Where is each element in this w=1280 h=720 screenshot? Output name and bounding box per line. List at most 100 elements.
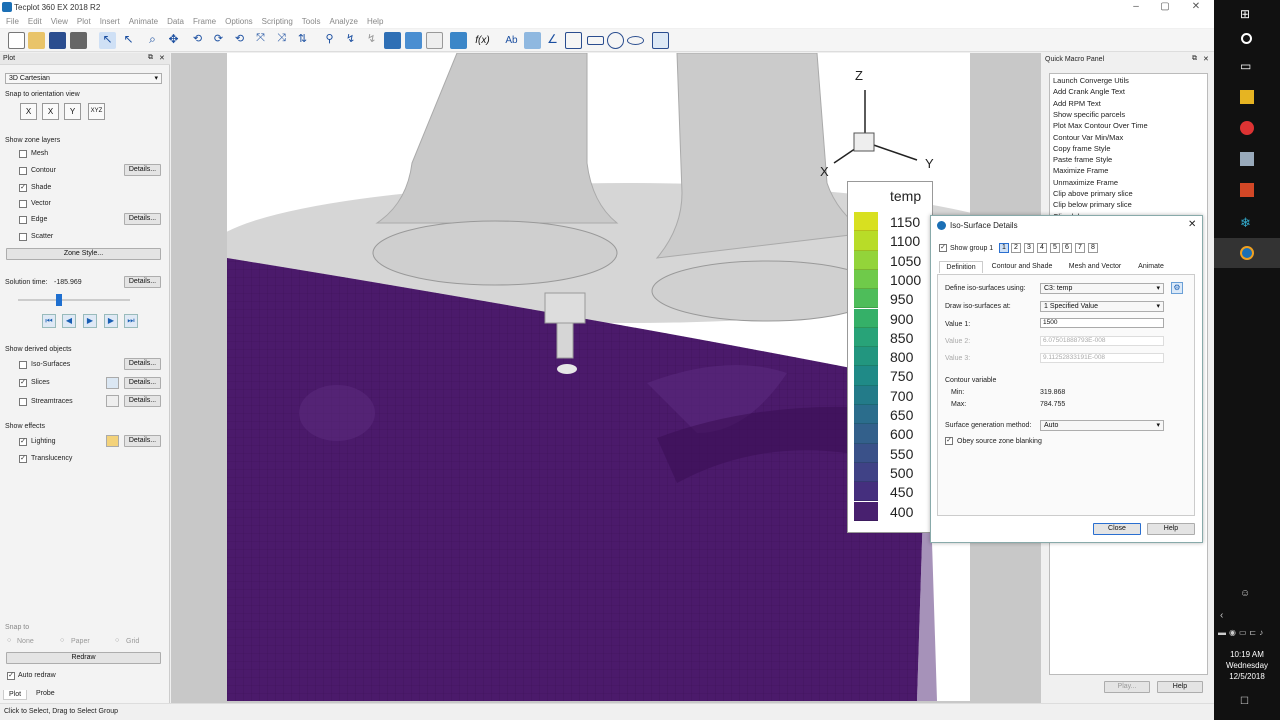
macro-play-button[interactable]: Play... [1104,681,1150,693]
edge-checkbox[interactable] [19,216,27,224]
vector-checkbox[interactable] [19,200,27,208]
slices-checkbox[interactable]: ✓ [19,379,27,387]
menu-frame[interactable]: Frame [193,17,216,26]
adjust-icon[interactable]: ↖ [120,32,137,49]
edit-data-icon[interactable] [450,32,467,49]
edge-details-button[interactable]: Details... [124,213,161,225]
menu-tools[interactable]: Tools [302,17,321,26]
macro-item[interactable]: Paste frame Style [1053,155,1112,164]
close-window-button[interactable]: ✕ [1182,1,1210,14]
dialog-close-button[interactable]: Close [1093,523,1141,535]
group-5-button[interactable]: 5 [1050,243,1060,253]
macro-item[interactable]: Copy frame Style [1053,144,1111,153]
streamtraces-checkbox[interactable] [19,398,27,406]
method-select[interactable]: Auto [1040,420,1164,431]
panel-float-icon[interactable]: ⧉ [148,54,153,62]
slider-handle[interactable] [56,294,62,306]
prev-frame-button[interactable]: ◀ [62,314,76,328]
maximize-button[interactable]: ▢ [1151,1,1179,14]
equation-icon[interactable]: f(x) [474,32,491,49]
draw-at-select[interactable]: 1 Specified Value [1040,301,1164,312]
rotate-x-icon[interactable]: ⟲ [189,32,206,49]
iso-details-button[interactable]: Details... [124,358,161,370]
group-3-button[interactable]: 3 [1024,243,1034,253]
macro-item[interactable]: Launch Converge Utils [1053,76,1129,85]
text-icon[interactable]: Ab [503,32,520,49]
menu-plot[interactable]: Plot [77,17,91,26]
dialog-help-button[interactable]: Help [1147,523,1195,535]
macro-close-icon[interactable]: ✕ [1203,55,1209,63]
shade-checkbox[interactable]: ✓ [19,184,27,192]
macro-item[interactable]: Maximize Frame [1053,166,1108,175]
play-button[interactable]: ▶ [83,314,97,328]
auto-redraw-checkbox[interactable]: ✓ [7,672,15,680]
roll-icon[interactable]: ⤧ [252,32,269,49]
translucency-checkbox[interactable]: ✓ [19,455,27,463]
minimize-button[interactable]: – [1122,1,1150,14]
rotate-z-icon[interactable]: ⟲ [231,32,248,49]
clock-time[interactable]: 10:19 AM [1214,650,1280,659]
gear-icon[interactable]: ⚙ [1171,282,1183,294]
snap-none-radio[interactable]: ○ [7,637,11,644]
group-7-button[interactable]: 7 [1075,243,1085,253]
slices-details-button[interactable]: Details... [124,377,161,389]
snap-grid-radio[interactable]: ○ [115,637,119,644]
open-icon[interactable] [28,32,45,49]
menu-animate[interactable]: Animate [129,17,158,26]
group-2-button[interactable]: 2 [1011,243,1021,253]
group-1-button[interactable]: 1 [999,243,1009,253]
streamtrace-icon[interactable] [405,32,422,49]
ellipse-icon[interactable] [627,36,644,45]
chevron-left-icon[interactable]: ‹ [1220,610,1234,624]
lighting-checkbox[interactable]: ✓ [19,438,27,446]
lighting-tool-icon[interactable] [106,435,119,447]
windows-start-icon[interactable]: ⊞ [1240,7,1254,21]
file-explorer-icon[interactable] [1240,90,1254,104]
rotate-y-icon[interactable]: ⟳ [210,32,227,49]
app-icon-1[interactable] [1240,152,1254,166]
tab-contour-shade[interactable]: Contour and Shade [987,261,1057,273]
clock-day[interactable]: Wednesday [1214,661,1280,670]
menu-file[interactable]: File [6,17,19,26]
menu-analyze[interactable]: Analyze [329,17,357,26]
image-icon[interactable] [524,32,541,49]
tab-animate[interactable]: Animate [1131,261,1171,273]
print-icon[interactable] [70,32,87,49]
define-variable-select[interactable]: C3: temp [1040,283,1164,294]
menu-help[interactable]: Help [367,17,383,26]
macro-item[interactable]: Unmaximize Frame [1053,178,1118,187]
macro-item[interactable]: Add RPM Text [1053,99,1101,108]
new-layout-icon[interactable] [8,32,25,49]
contour-add-icon[interactable]: ↯ [342,32,359,49]
menu-data[interactable]: Data [167,17,184,26]
zoom-icon[interactable]: ⌕ [144,32,161,49]
notifications-icon[interactable]: ☐ [1240,696,1254,710]
slice-tool-icon[interactable] [106,377,119,389]
menu-options[interactable]: Options [225,17,253,26]
task-view-icon[interactable]: ▭ [1240,59,1254,73]
chrome-icon[interactable] [1240,121,1254,135]
contour-details-button[interactable]: Details... [124,164,161,176]
iso-surfaces-checkbox[interactable] [19,361,27,369]
macro-help-button[interactable]: Help [1157,681,1203,693]
orient-xyz-button[interactable]: XYZ [88,103,105,120]
snap-paper-radio[interactable]: ○ [60,637,64,644]
orient-x2-button[interactable]: X [42,103,59,120]
tecplot-taskbar-icon[interactable] [1240,246,1254,260]
zone-style-button[interactable]: Zone Style... [6,248,161,260]
first-frame-button[interactable]: ⏮ [42,314,56,328]
square-icon[interactable] [587,36,604,45]
macro-item[interactable]: Clip above primary slice [1053,189,1133,198]
tab-plot[interactable]: Plot [3,690,28,700]
select-icon[interactable]: ↖ [99,32,116,49]
redraw-button[interactable]: Redraw [6,652,161,664]
scatter-checkbox[interactable] [19,233,27,241]
solution-time-slider[interactable] [18,299,130,301]
value-1-input[interactable]: 1500 [1040,318,1164,328]
rectangle-icon[interactable] [565,32,582,49]
lighting-details-button[interactable]: Details... [124,435,161,447]
last-frame-button[interactable]: ⏭ [124,314,138,328]
people-icon[interactable]: ☺ [1240,588,1254,602]
macro-item[interactable]: Contour Var Min/Max [1053,133,1123,142]
streamtraces-details-button[interactable]: Details... [124,395,161,407]
